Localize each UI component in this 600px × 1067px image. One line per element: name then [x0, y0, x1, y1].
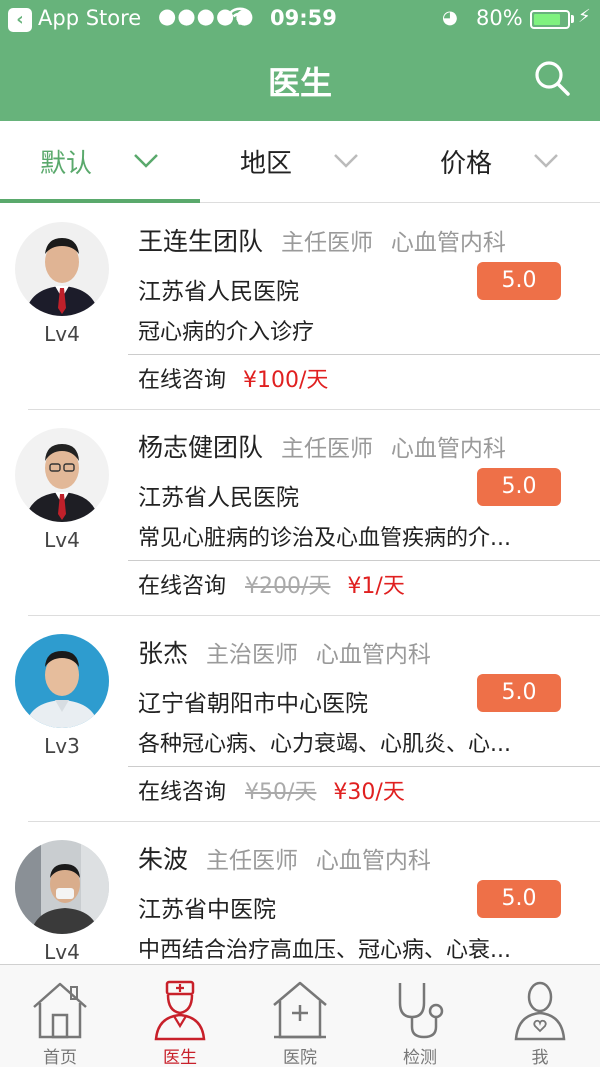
clock: 09:59: [270, 6, 337, 30]
doctor-specialty: 中西结合治疗高血压、冠心病、心衰...: [138, 938, 511, 963]
tab-home[interactable]: 首页: [0, 965, 120, 1067]
doctor-hospital: 江苏省人民医院: [138, 485, 299, 511]
consult-original-price: ¥200/天: [245, 574, 331, 599]
filter-label: 默认: [39, 148, 92, 179]
doctor-hospital: 辽宁省朝阳市中心医院: [138, 691, 368, 717]
doctor-card[interactable]: Lv3 张杰 主治医师 心血管内科 辽宁省朝阳市中心医院 5.0 各种冠心病、心…: [0, 616, 600, 822]
search-icon[interactable]: [532, 58, 572, 98]
doctor-level: Lv4: [44, 940, 80, 964]
doctor-name-row: 杨志健团队 主任医师 心血管内科: [138, 428, 506, 464]
filter-tab-region[interactable]: 地区: [200, 121, 400, 201]
back-app-label[interactable]: App Store: [38, 6, 141, 30]
charging-icon: ⚡: [578, 6, 591, 27]
doctor-name-row: 张杰 主治医师 心血管内科: [138, 634, 431, 670]
back-arrow-icon[interactable]: ‹: [8, 8, 32, 32]
doctor-specialty: 冠心病的介入诊疗: [138, 320, 315, 345]
rating-badge: 5.0: [477, 262, 561, 300]
doctor-avatar: [15, 428, 109, 522]
doctor-title: 主任医师: [280, 436, 373, 462]
tab-me[interactable]: 我: [480, 965, 600, 1067]
rating-badge: 5.0: [477, 880, 561, 918]
filter-tab-price[interactable]: 价格: [400, 121, 600, 201]
consult-label: 在线咨询: [138, 368, 227, 393]
doctor-name-row: 王连生团队 主任医师 心血管内科: [138, 222, 506, 258]
doctor-hospital: 江苏省中医院: [138, 897, 276, 923]
doctor-avatar: [15, 840, 109, 934]
top-bar: ‹ App Store ●●●●● 09:59 ◕ 80% ⚡ 医生: [0, 0, 600, 121]
status-bar: ‹ App Store ●●●●● 09:59 ◕ 80% ⚡: [0, 0, 600, 40]
doctor-title: 主任医师: [205, 848, 298, 874]
tab-label: 医院: [283, 1048, 317, 1067]
battery-percent: 80%: [476, 6, 523, 30]
page-title: 医生: [267, 64, 332, 102]
consult-original-price: ¥50/天: [245, 780, 317, 805]
filter-bar: 默认 地区 价格: [0, 121, 600, 203]
consult-label: 在线咨询: [138, 780, 227, 805]
chevron-down-icon: [534, 154, 558, 168]
doctor-hospital: 江苏省人民医院: [138, 279, 299, 305]
doctor-dept: 心血管内科: [315, 642, 431, 668]
user-icon: [514, 981, 566, 1041]
doctor-name: 杨志健团队: [138, 433, 264, 462]
doctor-card[interactable]: Lv4 朱波 主任医师 心血管内科 江苏省中医院 5.0 中西结合治疗高血压、冠…: [0, 822, 600, 964]
filter-active-underline: [0, 199, 200, 203]
doctor-name: 王连生团队: [138, 227, 264, 256]
doctor-dept: 心血管内科: [315, 848, 431, 874]
consult-row: 在线咨询 ¥50/天 ¥30/天: [138, 774, 405, 806]
doctor-dept: 心血管内科: [390, 436, 506, 462]
doctor-level: Lv3: [44, 734, 80, 758]
doctor-avatar: [15, 634, 109, 728]
home-icon: [33, 982, 87, 1039]
doctor-dept: 心血管内科: [390, 230, 506, 256]
consult-price: ¥30/天: [333, 780, 405, 805]
doctor-name: 张杰: [138, 639, 189, 668]
tab-hospital[interactable]: 医院: [240, 965, 360, 1067]
battery-cap: [571, 15, 574, 23]
tab-label: 检测: [403, 1048, 437, 1067]
tab-check[interactable]: 检测: [360, 965, 480, 1067]
consult-row: 在线咨询 ¥200/天 ¥1/天: [138, 568, 405, 600]
doctor-name-row: 朱波 主任医师 心血管内科: [138, 840, 431, 876]
battery-icon: [530, 10, 570, 29]
rotation-lock-icon: ◕: [442, 7, 458, 28]
filter-label: 价格: [439, 148, 492, 179]
doctor-name: 朱波: [138, 845, 189, 874]
card-inner-divider: [128, 560, 600, 561]
filter-tab-default[interactable]: 默认: [0, 121, 200, 201]
doctor-title: 主治医师: [205, 642, 298, 668]
doctor-avatar: [15, 222, 109, 316]
card-inner-divider: [128, 354, 600, 355]
consult-price: ¥100/天: [243, 368, 329, 393]
doctor-level: Lv4: [44, 528, 80, 552]
consult-row: 在线咨询 ¥100/天: [138, 362, 328, 394]
bottom-tab-bar: 首页 医生 医院 检测 我: [0, 964, 600, 1067]
rating-badge: 5.0: [477, 674, 561, 712]
doctor-list: Lv4 王连生团队 主任医师 心血管内科 江苏省人民医院 5.0 冠心病的介入诊…: [0, 204, 600, 964]
doctor-icon: [154, 980, 206, 1041]
stethoscope-icon: [398, 983, 444, 1039]
chevron-down-icon: [134, 154, 158, 168]
filter-label: 地区: [239, 148, 292, 179]
consult-label: 在线咨询: [138, 574, 227, 599]
doctor-specialty: 各种冠心病、心力衰竭、心肌炎、心...: [138, 732, 511, 757]
tab-doctor[interactable]: 医生: [120, 965, 240, 1067]
chevron-down-icon: [334, 154, 358, 168]
consult-price: ¥1/天: [347, 574, 405, 599]
doctor-title: 主任医师: [280, 230, 373, 256]
rating-badge: 5.0: [477, 468, 561, 506]
doctor-specialty: 常见心脏病的诊治及心血管疾病的介...: [138, 526, 511, 551]
doctor-card[interactable]: Lv4 王连生团队 主任医师 心血管内科 江苏省人民医院 5.0 冠心病的介入诊…: [0, 204, 600, 410]
doctor-card[interactable]: Lv4 杨志健团队 主任医师 心血管内科 江苏省人民医院 5.0 常见心脏病的诊…: [0, 410, 600, 616]
doctor-level: Lv4: [44, 322, 80, 346]
tab-label: 医生: [163, 1048, 197, 1067]
tab-label: 我: [531, 1048, 549, 1067]
tab-label: 首页: [43, 1048, 77, 1067]
wifi-icon: [229, 7, 251, 25]
card-inner-divider: [128, 766, 600, 767]
hospital-icon: [273, 981, 327, 1039]
